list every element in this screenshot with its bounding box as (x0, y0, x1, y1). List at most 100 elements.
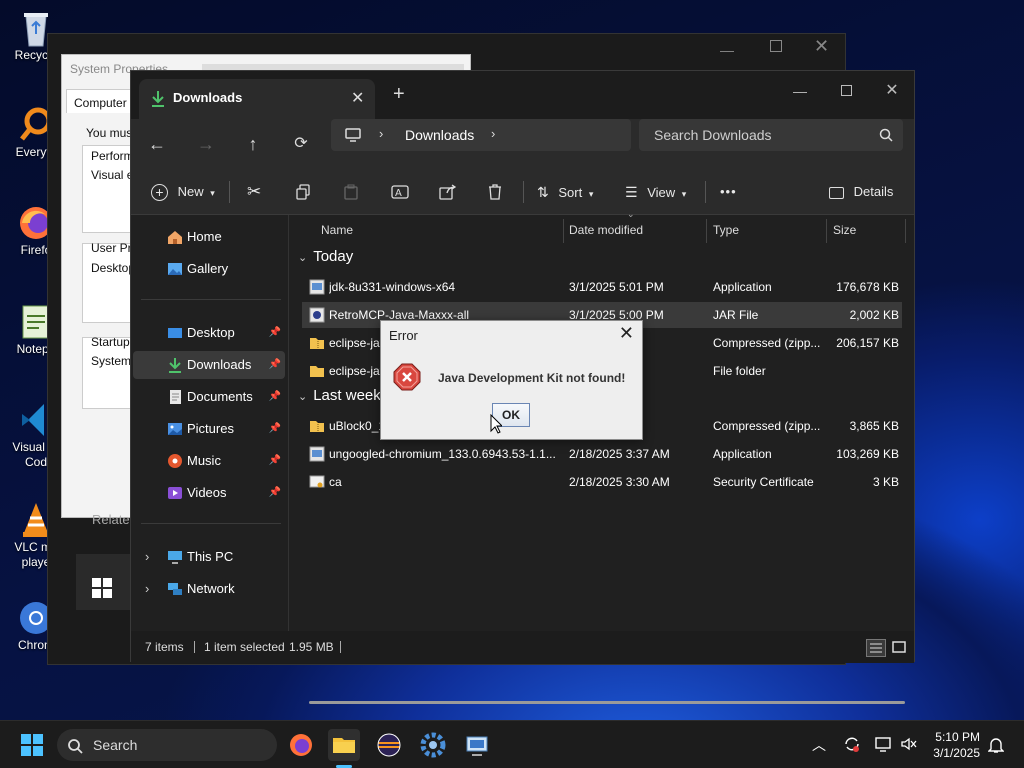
expand-chevron-icon[interactable]: › (145, 575, 149, 603)
update-icon[interactable] (843, 735, 861, 753)
share-icon[interactable] (439, 179, 457, 205)
new-tab-icon[interactable]: + (393, 83, 405, 106)
divider[interactable] (826, 219, 827, 243)
nav-gallery[interactable]: Gallery (133, 255, 285, 283)
taskbar-settings[interactable] (417, 729, 449, 761)
group-header-today[interactable]: ⌄ Today (298, 248, 353, 265)
nav-pictures[interactable]: Pictures 📌 (133, 415, 285, 443)
nav-home[interactable]: Home (133, 223, 285, 251)
command-bar: + New ▾ ✂ A ⇅ Sort ▾ ☰ View ▾ ••• Detail… (131, 169, 914, 215)
network-status-icon[interactable] (874, 735, 892, 753)
maximize-icon[interactable] (823, 77, 869, 105)
file-date: 2/18/2025 3:37 AM (569, 447, 670, 461)
column-header-size[interactable]: Size (833, 215, 856, 243)
details-view-icon[interactable] (866, 639, 886, 657)
navigation-pane: Home Gallery Desktop 📌 Downloads 📌 Docum… (131, 215, 289, 631)
close-icon[interactable]: ✕ (869, 77, 915, 105)
up-icon[interactable]: ↑ (240, 131, 266, 157)
minimize-icon[interactable]: — (777, 77, 823, 105)
horizontal-scrollbar[interactable] (309, 701, 905, 704)
tiles-view-icon[interactable] (890, 639, 910, 657)
search-input[interactable]: Search Downloads (639, 119, 903, 151)
nav-videos[interactable]: Videos 📌 (133, 479, 285, 507)
file-date: 2/18/2025 3:30 AM (569, 475, 670, 489)
more-options-button[interactable]: ••• (720, 179, 737, 205)
divider (141, 523, 281, 524)
nav-this-pc[interactable]: › This PC (133, 543, 285, 571)
paste-icon[interactable] (343, 179, 359, 205)
close-icon[interactable]: ✕ (619, 323, 634, 344)
taskbar-system-properties[interactable] (461, 729, 493, 761)
nav-music[interactable]: Music 📌 (133, 447, 285, 475)
chevron-right-icon[interactable]: › (491, 126, 495, 141)
close-icon[interactable]: ✕ (814, 36, 829, 57)
file-name: ungoogled-chromium_133.0.6943.53-1.1... (329, 447, 556, 461)
rename-icon[interactable]: A (391, 179, 409, 205)
selection-count: 1 item selected (204, 640, 285, 654)
forward-icon[interactable]: → (193, 131, 219, 157)
pin-icon[interactable]: 📌 (269, 447, 281, 475)
nav-label: Music (187, 453, 221, 468)
this-pc-icon (167, 549, 183, 565)
column-header-name[interactable]: Name (321, 215, 353, 243)
divider[interactable] (706, 219, 707, 243)
file-row[interactable]: ca 2/18/2025 3:30 AM Security Certificate 3… (302, 469, 902, 495)
file-row[interactable]: jdk-8u331-windows-x64 3/1/2025 5:01 PM App… (302, 274, 902, 300)
group-header-last-week[interactable]: ⌄ Last week (298, 387, 381, 404)
sort-button[interactable]: ⇅ Sort ▾ (537, 179, 593, 205)
column-header-date[interactable]: Date modified (569, 215, 643, 243)
details-pane-icon (829, 186, 844, 199)
divider[interactable] (905, 219, 906, 243)
pin-icon[interactable]: 📌 (269, 351, 281, 379)
view-button[interactable]: ☰ View ▾ (625, 179, 686, 205)
file-row[interactable]: ungoogled-chromium_133.0.6943.53-1.1... 2… (302, 441, 902, 467)
svg-text:A: A (395, 188, 402, 199)
nav-documents[interactable]: Documents 📌 (133, 383, 285, 411)
error-icon (393, 363, 421, 391)
address-bar[interactable]: › Downloads › (331, 119, 631, 151)
clock[interactable]: 5:10 PM 3/1/2025 (924, 729, 980, 761)
mouse-cursor-icon (490, 414, 502, 434)
tab-downloads[interactable]: Downloads ✕ (139, 79, 375, 119)
minimize-icon[interactable]: — (720, 42, 744, 58)
notification-bell-icon[interactable] (988, 736, 1004, 754)
divider[interactable] (563, 219, 564, 243)
breadcrumb-downloads[interactable]: Downloads (405, 127, 474, 143)
error-message: Java Development Kit not found! (438, 371, 626, 385)
column-header-type[interactable]: Type (713, 215, 739, 243)
download-icon (167, 357, 183, 373)
copy-icon[interactable] (295, 179, 311, 205)
pin-icon[interactable]: 📌 (269, 415, 281, 443)
taskbar-eclipse[interactable] (373, 729, 405, 761)
pin-icon[interactable]: 📌 (269, 383, 281, 411)
maximize-icon[interactable] (770, 40, 782, 52)
taskbar-file-explorer[interactable] (328, 729, 360, 768)
show-hidden-icons-chevron-icon[interactable]: ︿ (812, 735, 826, 755)
nav-desktop[interactable]: Desktop 📌 (133, 319, 285, 347)
expand-chevron-icon[interactable]: › (145, 543, 149, 571)
certificate-icon (309, 474, 325, 490)
clock-time: 5:10 PM (935, 730, 980, 744)
view-label: View (647, 185, 676, 200)
back-icon[interactable]: ← (144, 131, 170, 157)
related-settings-label: Relate (92, 512, 130, 527)
taskbar-firefox[interactable] (285, 729, 317, 761)
nav-network[interactable]: › Network (133, 575, 285, 603)
volume-muted-icon[interactable] (900, 735, 918, 753)
start-button[interactable] (16, 729, 48, 761)
delete-icon[interactable] (487, 179, 503, 205)
pin-icon[interactable]: 📌 (269, 479, 281, 507)
new-button[interactable]: + New ▾ (151, 179, 215, 205)
pin-icon[interactable]: 📌 (269, 319, 281, 347)
details-button[interactable]: Details (829, 179, 893, 205)
search-placeholder: Search Downloads (654, 127, 772, 143)
nav-downloads[interactable]: Downloads 📌 (133, 351, 285, 379)
taskbar-search[interactable]: Search (57, 729, 277, 761)
group-label: Last week (313, 387, 381, 404)
file-name: ca (329, 475, 342, 489)
cut-icon[interactable]: ✂ (247, 179, 261, 205)
refresh-icon[interactable]: ⟳ (288, 131, 314, 157)
close-tab-icon[interactable]: ✕ (351, 88, 364, 108)
dialog-title: Error (389, 328, 418, 343)
windows-logo-icon (21, 734, 43, 756)
